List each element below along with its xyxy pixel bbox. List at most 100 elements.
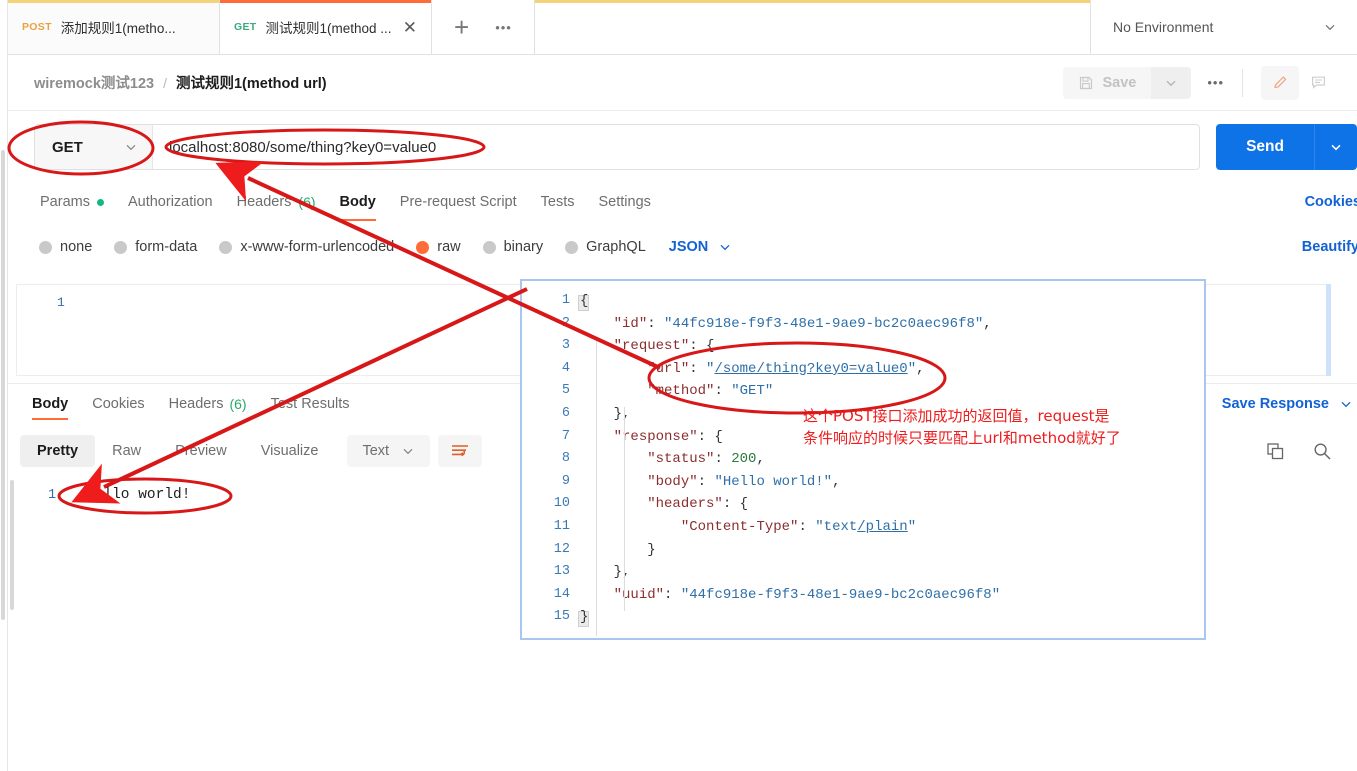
- annotation-note-line1: 这个POST接口添加成功的返回值，request是: [803, 407, 1110, 425]
- tab-params[interactable]: Params: [28, 183, 116, 221]
- save-dropdown-button[interactable]: [1151, 66, 1192, 99]
- json-line: 15}: [522, 609, 1204, 632]
- json-line-number: 12: [553, 541, 570, 557]
- view-mode-raw[interactable]: Raw: [95, 435, 158, 467]
- tab-label: Tests: [540, 194, 575, 210]
- response-tab-headers[interactable]: Headers (6): [157, 386, 259, 422]
- tab-authorization[interactable]: Authorization: [116, 183, 225, 221]
- request-tab-post[interactable]: POST 添加规则1(metho...: [8, 0, 220, 54]
- body-type-label: GraphQL: [586, 239, 646, 255]
- http-method-selector[interactable]: GET: [35, 125, 153, 169]
- view-mode-visualize[interactable]: Visualize: [244, 435, 336, 467]
- breadcrumb-collection[interactable]: wiremock测试123: [34, 72, 154, 93]
- http-method-label: GET: [52, 138, 83, 156]
- environment-label: No Environment: [1113, 19, 1214, 35]
- body-type-label: binary: [503, 239, 544, 255]
- beautify-link[interactable]: Beautify: [1302, 239, 1357, 255]
- send-button[interactable]: Send: [1216, 124, 1314, 170]
- send-dropdown-button[interactable]: [1314, 124, 1357, 170]
- body-type-binary[interactable]: binary: [472, 239, 555, 255]
- wrap-lines-icon: [450, 442, 470, 460]
- comment-button[interactable]: [1299, 66, 1337, 100]
- page-title: 测试规则1(method url): [175, 76, 327, 92]
- body-format-selector[interactable]: JSON: [657, 239, 745, 255]
- save-response-button[interactable]: Save Response: [1210, 396, 1357, 412]
- save-button[interactable]: Save: [1063, 66, 1152, 99]
- environment-selector[interactable]: No Environment: [1090, 0, 1357, 54]
- json-line-text: }: [580, 541, 656, 558]
- json-line-text: "id": "44fc918e-f9f3-48e1-9ae9-bc2c0aec9…: [613, 315, 992, 332]
- json-line-text: {: [580, 293, 589, 309]
- tab-accent-bar: [8, 0, 219, 3]
- request-tab-get[interactable]: GET 测试规则1(method ... ✕: [220, 0, 432, 54]
- body-type-row: none form-data x-www-form-urlencoded raw…: [8, 228, 1357, 266]
- radio-icon: [114, 240, 128, 254]
- json-line-text: "headers": {: [647, 496, 749, 513]
- json-line-text: "body": "Hello world!",: [647, 473, 841, 490]
- body-type-label: raw: [437, 239, 461, 255]
- search-icon[interactable]: [1312, 441, 1333, 462]
- tab-body[interactable]: Body: [328, 183, 388, 221]
- save-group: Save: [1063, 66, 1192, 99]
- tab-label: Params: [40, 194, 90, 210]
- new-tab-icon[interactable]: +: [454, 14, 469, 40]
- tab-label: Headers: [168, 396, 224, 412]
- wrap-lines-button[interactable]: [438, 435, 483, 467]
- body-type-none[interactable]: none: [28, 239, 103, 255]
- radio-icon: [39, 240, 52, 254]
- close-icon[interactable]: ✕: [403, 19, 417, 36]
- radio-icon: [482, 240, 496, 254]
- response-scrollbar[interactable]: [10, 480, 14, 610]
- sidebar-scrollbar[interactable]: [1, 150, 5, 620]
- response-tab-body[interactable]: Body: [20, 386, 80, 422]
- body-type-graphql[interactable]: GraphQL: [554, 239, 657, 255]
- json-line-text: "response": {: [613, 428, 723, 445]
- tab-label: Cookies: [92, 396, 145, 412]
- tab-label: Pre-request Script: [399, 194, 517, 210]
- chevron-down-icon: [124, 140, 138, 154]
- chevron-down-icon: [1329, 140, 1343, 154]
- json-line-text: }: [580, 609, 589, 626]
- tab-headers[interactable]: Headers (6): [225, 183, 328, 221]
- response-tab-cookies[interactable]: Cookies: [80, 386, 156, 422]
- body-type-label: x-www-form-urlencoded: [240, 239, 395, 255]
- json-line-number: 10: [553, 496, 570, 512]
- body-type-label: none: [60, 239, 93, 255]
- tab-label: Authorization: [127, 194, 213, 210]
- more-options-button[interactable]: •••: [1207, 75, 1224, 90]
- body-format-label: JSON: [668, 239, 709, 255]
- request-editor-scrollbar[interactable]: [1326, 284, 1331, 376]
- tab-tests[interactable]: Tests: [529, 183, 587, 221]
- tab-method-label: POST: [22, 21, 52, 33]
- radio-icon: [565, 240, 579, 254]
- save-response-label: Save Response: [1221, 396, 1329, 412]
- copy-icon[interactable]: [1265, 441, 1286, 462]
- edit-request-button[interactable]: [1261, 65, 1299, 100]
- tab-method-label: GET: [234, 21, 257, 33]
- response-format-selector[interactable]: Text: [347, 435, 431, 467]
- json-line-text: "status": 200,: [647, 451, 765, 468]
- json-line-text: "url": "/some/thing?key0=value0",: [647, 360, 925, 377]
- response-tab-test-results[interactable]: Test Results: [259, 386, 362, 422]
- body-type-raw[interactable]: raw: [405, 239, 471, 255]
- view-mode-preview[interactable]: Preview: [158, 435, 244, 467]
- url-input[interactable]: localhost:8080/some/thing?key0=value0: [153, 125, 1199, 169]
- chevron-down-icon: [1164, 76, 1178, 90]
- tab-options-icon[interactable]: •••: [495, 20, 512, 35]
- json-overlay-panel: 1{2 "id": "44fc918e-f9f3-48e1-9ae9-bc2c0…: [520, 279, 1206, 640]
- left-sidebar-rail: [0, 0, 8, 771]
- status-dot-icon: [96, 198, 104, 206]
- json-line-text: "Content-Type": "text/plain": [680, 518, 917, 535]
- save-label: Save: [1102, 74, 1137, 91]
- body-type-form-data[interactable]: form-data: [103, 239, 208, 255]
- view-mode-pretty[interactable]: Pretty: [20, 435, 96, 467]
- json-line: 3 "request": {: [522, 338, 1204, 361]
- response-format-label: Text: [362, 443, 390, 459]
- body-type-urlencoded[interactable]: x-www-form-urlencoded: [208, 239, 405, 255]
- json-line-text: "uuid": "44fc918e-f9f3-48e1-9ae9-bc2c0ae…: [613, 586, 1001, 603]
- json-line-number: 2: [561, 315, 570, 331]
- cookies-link[interactable]: Cookies: [1305, 194, 1357, 210]
- tab-pre-request-script[interactable]: Pre-request Script: [388, 183, 529, 221]
- tab-settings[interactable]: Settings: [587, 183, 663, 221]
- json-line-number: 9: [561, 473, 570, 489]
